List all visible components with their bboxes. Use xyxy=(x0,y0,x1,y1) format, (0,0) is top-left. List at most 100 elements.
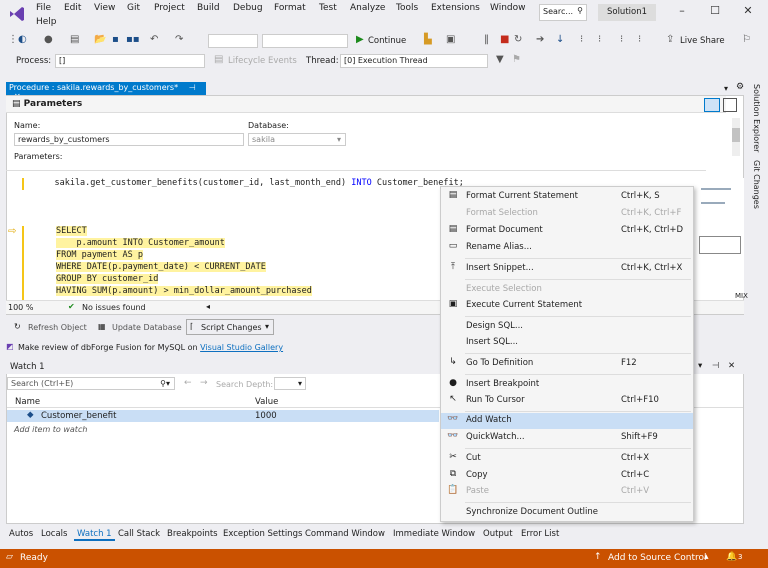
column-value-header[interactable]: Value xyxy=(255,397,278,407)
menu-item-add-watch[interactable]: 👓 Add Watch xyxy=(441,413,693,429)
menu-item-format-selection[interactable]: Format Selection Ctrl+K, Ctrl+F xyxy=(441,206,693,222)
step-over-icon[interactable]: ⁝ xyxy=(580,34,583,45)
gallery-link[interactable]: Visual Studio Gallery xyxy=(200,343,283,352)
config-combo[interactable] xyxy=(208,34,258,48)
forward-arrow-icon[interactable]: → xyxy=(200,378,208,388)
watch-search-input[interactable]: Search (Ctrl+E) ⚲▾ xyxy=(7,377,175,390)
code-minimap[interactable] xyxy=(698,178,744,296)
feedback-icon[interactable]: ⚐ xyxy=(742,34,751,45)
menu-help[interactable]: Help xyxy=(34,17,59,27)
pin-panel-icon[interactable]: ⊣ xyxy=(712,361,719,371)
restart-icon[interactable]: ↻ xyxy=(514,34,522,45)
tab-autos[interactable]: Autos xyxy=(6,529,36,539)
menu-item-execute-current-statement[interactable]: ▣ Execute Current Statement xyxy=(441,298,693,314)
database-combo[interactable]: sakila ▾ xyxy=(248,133,346,146)
tab-call-stack[interactable]: Call Stack xyxy=(115,529,163,539)
menu-view[interactable]: View xyxy=(92,3,117,13)
live-share-icon[interactable]: ⇪ xyxy=(666,34,674,45)
splitter[interactable] xyxy=(6,170,706,171)
forward-icon[interactable]: ● xyxy=(44,34,53,45)
document-tab[interactable]: Procedure : sakila.rewards_by_customers*… xyxy=(6,82,206,101)
menu-item-format-current-statement[interactable]: ▤ Format Current Statement Ctrl+K, S xyxy=(441,189,693,205)
flag-icon[interactable]: ⚑ xyxy=(512,54,521,65)
layout-split-icon[interactable] xyxy=(704,98,720,112)
menu-file[interactable]: File xyxy=(34,3,53,13)
menu-extensions[interactable]: Extensions xyxy=(429,3,482,13)
menu-test[interactable]: Test xyxy=(317,3,339,13)
menu-format[interactable]: Format xyxy=(272,3,308,13)
step-out-icon[interactable]: ⁝ xyxy=(598,34,601,45)
settings-icon[interactable]: ⚙ xyxy=(736,82,744,92)
menu-item-insert-breakpoint[interactable]: ● Insert Breakpoint xyxy=(441,377,693,393)
menu-item-design-sql[interactable]: Design SQL... xyxy=(441,319,693,335)
git-changes-tab[interactable]: Git Changes xyxy=(752,160,761,209)
refresh-object-button[interactable]: Refresh Object xyxy=(28,323,87,332)
menu-edit[interactable]: Edit xyxy=(62,3,83,13)
screen-icon[interactable]: ▣ xyxy=(446,34,455,45)
back-arrow-icon[interactable]: ← xyxy=(184,378,192,388)
tab-locals[interactable]: Locals xyxy=(38,529,70,539)
menu-item-synchronize-document-outline[interactable]: Synchronize Document Outline xyxy=(441,505,693,521)
open-folder-icon[interactable]: 📂 xyxy=(94,34,106,45)
tab-exception-settings[interactable]: Exception Settings xyxy=(220,529,305,539)
tab-breakpoints[interactable]: Breakpoints xyxy=(164,529,221,539)
layout-single-icon[interactable] xyxy=(723,98,737,112)
tab-output[interactable]: Output xyxy=(480,529,516,539)
breakpoint-toolbar-icon[interactable]: ⁝ xyxy=(620,34,623,45)
menu-item-format-document[interactable]: ▤ Format Document Ctrl+K, Ctrl+D xyxy=(441,223,693,239)
close-panel-icon[interactable]: ✕ xyxy=(728,361,735,371)
toolbar-more-icon[interactable]: ⁝ xyxy=(638,34,641,45)
step-into-icon[interactable]: ↓ xyxy=(556,34,564,45)
thread-combo[interactable]: [0] Execution Thread xyxy=(340,54,488,68)
menu-item-execute-selection[interactable]: Execute Selection xyxy=(441,282,693,298)
add-to-source-control[interactable]: Add to Source Control xyxy=(608,553,707,563)
menu-item-quickwatch[interactable]: 👓 QuickWatch... Shift+F9 xyxy=(441,430,693,446)
platform-combo[interactable] xyxy=(262,34,348,48)
panel-dropdown-icon[interactable]: ▾ xyxy=(698,361,702,371)
continue-icon[interactable]: ▶ xyxy=(356,34,364,45)
close-icon[interactable]: ✕ xyxy=(738,4,758,21)
menu-item-insert-snippet[interactable]: ⤒ Insert Snippet... Ctrl+K, Ctrl+X xyxy=(441,261,693,277)
name-field[interactable]: rewards_by_customers xyxy=(14,133,244,146)
menu-tools[interactable]: Tools xyxy=(394,3,420,13)
menu-project[interactable]: Project xyxy=(152,3,187,13)
update-database-button[interactable]: Update Database xyxy=(112,323,182,332)
menu-item-paste[interactable]: 📋 Paste Ctrl+V xyxy=(441,484,693,500)
menu-item-go-to-definition[interactable]: ↳ Go To Definition F12 xyxy=(441,356,693,372)
solution-explorer-tab[interactable]: Solution Explorer xyxy=(752,84,761,152)
undo-icon[interactable]: ↶ xyxy=(150,34,158,45)
pause-icon[interactable]: ‖ xyxy=(484,34,489,45)
tab-dropdown-icon[interactable]: ▾ xyxy=(724,84,728,93)
lifecycle-events[interactable]: Lifecycle Events xyxy=(228,56,297,66)
issues-status[interactable]: No issues found xyxy=(82,303,146,312)
menu-git[interactable]: Git xyxy=(125,3,142,13)
column-name-header[interactable]: Name xyxy=(15,397,40,407)
menu-item-rename-alias[interactable]: ▭ Rename Alias... xyxy=(441,240,693,256)
save-all-icon[interactable]: ▪▪ xyxy=(126,34,140,45)
new-item-icon[interactable]: ▤ xyxy=(70,34,79,45)
search-input[interactable]: Searc... ⚲ xyxy=(539,4,587,21)
menu-item-run-to-cursor[interactable]: ↖ Run To Cursor Ctrl+F10 xyxy=(441,393,693,409)
script-changes-button[interactable]: ⌈ Script Changes ▾ xyxy=(186,319,274,335)
maximize-icon[interactable]: ☐ xyxy=(705,4,725,21)
menu-item-insert-sql[interactable]: Insert SQL... xyxy=(441,335,693,351)
notification-icon[interactable]: 🔔 xyxy=(726,552,737,562)
menu-item-cut[interactable]: ✂ Cut Ctrl+X xyxy=(441,451,693,467)
zoom-level[interactable]: 100 % xyxy=(8,303,33,312)
tab-watch-1[interactable]: Watch 1 xyxy=(74,529,115,541)
live-share-button[interactable]: Live Share xyxy=(680,36,725,46)
params-scrollbar[interactable] xyxy=(732,118,740,156)
add-item-placeholder[interactable]: Add item to watch xyxy=(14,425,87,434)
scroll-left-icon[interactable]: ◂ xyxy=(206,302,210,311)
show-next-statement-icon[interactable]: ➔ xyxy=(536,34,544,45)
break-icon[interactable]: ▙ xyxy=(424,34,432,45)
menu-debug[interactable]: Debug xyxy=(231,3,265,13)
menu-analyze[interactable]: Analyze xyxy=(348,3,387,13)
menu-item-copy[interactable]: ⧉ Copy Ctrl+C xyxy=(441,468,693,484)
minimize-icon[interactable]: – xyxy=(672,4,692,21)
search-depth-combo[interactable]: ▾ xyxy=(274,377,306,390)
table-row[interactable]: ◆ Customer_benefit 1000 xyxy=(7,410,439,422)
process-combo[interactable]: [] xyxy=(55,54,205,68)
tab-command-window[interactable]: Command Window xyxy=(302,529,388,539)
tab-immediate-window[interactable]: Immediate Window xyxy=(390,529,478,539)
